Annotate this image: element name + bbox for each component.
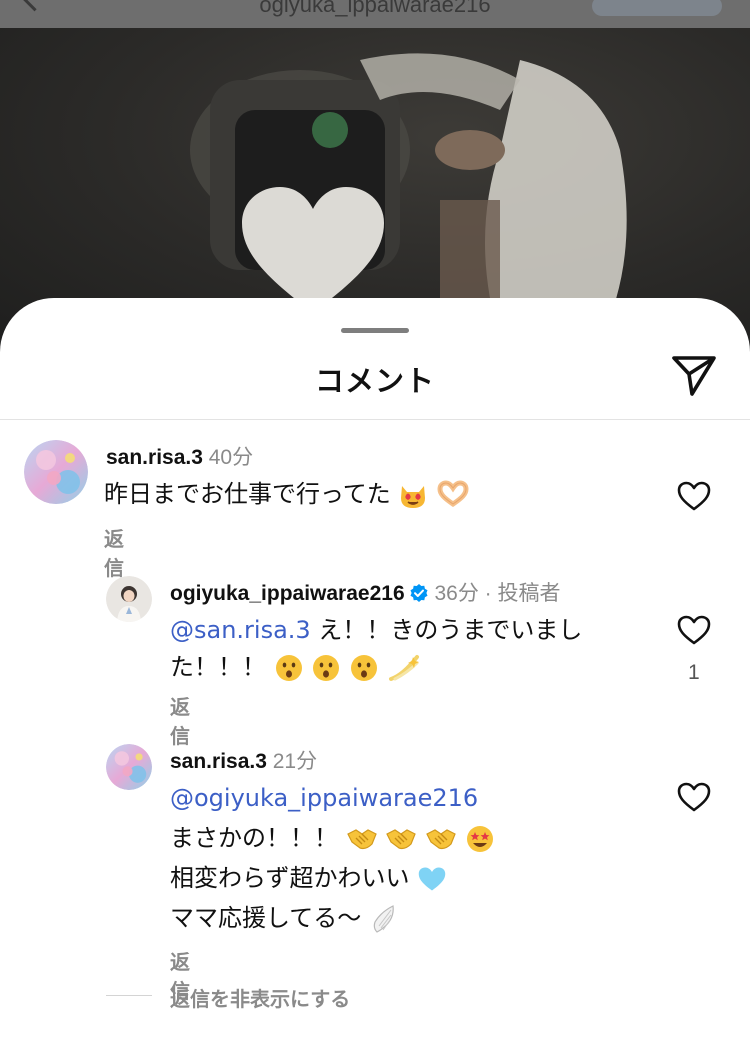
surprised-face-emoji-icon (275, 655, 302, 681)
hide-replies-divider (106, 995, 152, 996)
hide-replies-button[interactable]: 返信を非表示にする (170, 983, 350, 1012)
heart-hands-emoji-icon (437, 480, 469, 508)
sheet-divider (0, 419, 750, 420)
like-heart-icon[interactable] (677, 615, 711, 645)
comments-sheet: コメント san.risa.3 40分 昨日までお仕事で行ってた 返信 ogiy… (0, 298, 750, 1037)
comment-username[interactable]: ogiyuka_ippaiwarae216 36分 · 投稿者 (170, 577, 561, 607)
comment-text: @ogiyuka_ippaiwarae216 まさかの！！！ 相変わらず超かわい… (170, 778, 495, 938)
handshake-emoji-icon (346, 829, 377, 850)
mention-link[interactable]: @ogiyuka_ippaiwarae216 (170, 784, 478, 812)
surprised-face-emoji-icon (313, 655, 340, 681)
dizzy-emoji-icon (388, 655, 419, 681)
follow-button[interactable] (592, 0, 722, 16)
heart-sticker-icon (242, 187, 384, 313)
sheet-title: コメント (314, 364, 435, 398)
heart-eyes-cat-emoji-icon (401, 486, 426, 508)
post-photo-backdrop (0, 0, 750, 340)
avatar[interactable] (106, 744, 152, 790)
reply-button[interactable]: 返信 (170, 691, 190, 749)
light-blue-heart-emoji-icon (418, 867, 446, 891)
comment-username[interactable]: san.risa.3 40分 (106, 441, 253, 471)
surprised-face-emoji-icon (350, 655, 377, 681)
avatar[interactable] (24, 440, 88, 504)
comment-text: @san.risa.3 え！！きのうまでいまし た！！！ (170, 616, 583, 681)
comment-time: 40分 (208, 446, 254, 469)
verified-badge-icon (410, 584, 428, 602)
like-count: 1 (688, 661, 700, 684)
handshake-emoji-icon (386, 829, 417, 850)
like-heart-icon[interactable] (677, 782, 711, 812)
meta-separator: · (478, 582, 498, 605)
sheet-drag-handle[interactable] (341, 328, 409, 333)
comment-time: 21分 (272, 750, 318, 773)
wing-emoji-icon (373, 905, 394, 933)
share-send-icon[interactable] (670, 354, 718, 398)
avatar[interactable] (106, 576, 152, 622)
mention-link[interactable]: @san.risa.3 (170, 616, 311, 644)
star-struck-emoji-icon (466, 826, 493, 852)
comment-time: 36分 (434, 582, 479, 605)
author-badge: 投稿者 (497, 582, 561, 605)
comment-username[interactable]: san.risa.3 21分 (170, 745, 317, 775)
post-header-bar: ogiyuka_ippaiwarae216 (0, 0, 750, 28)
reply-button[interactable]: 返信 (104, 523, 124, 581)
handshake-emoji-icon (426, 829, 456, 850)
like-heart-icon[interactable] (677, 481, 711, 511)
comment-text: 昨日までお仕事で行ってた (104, 476, 470, 513)
